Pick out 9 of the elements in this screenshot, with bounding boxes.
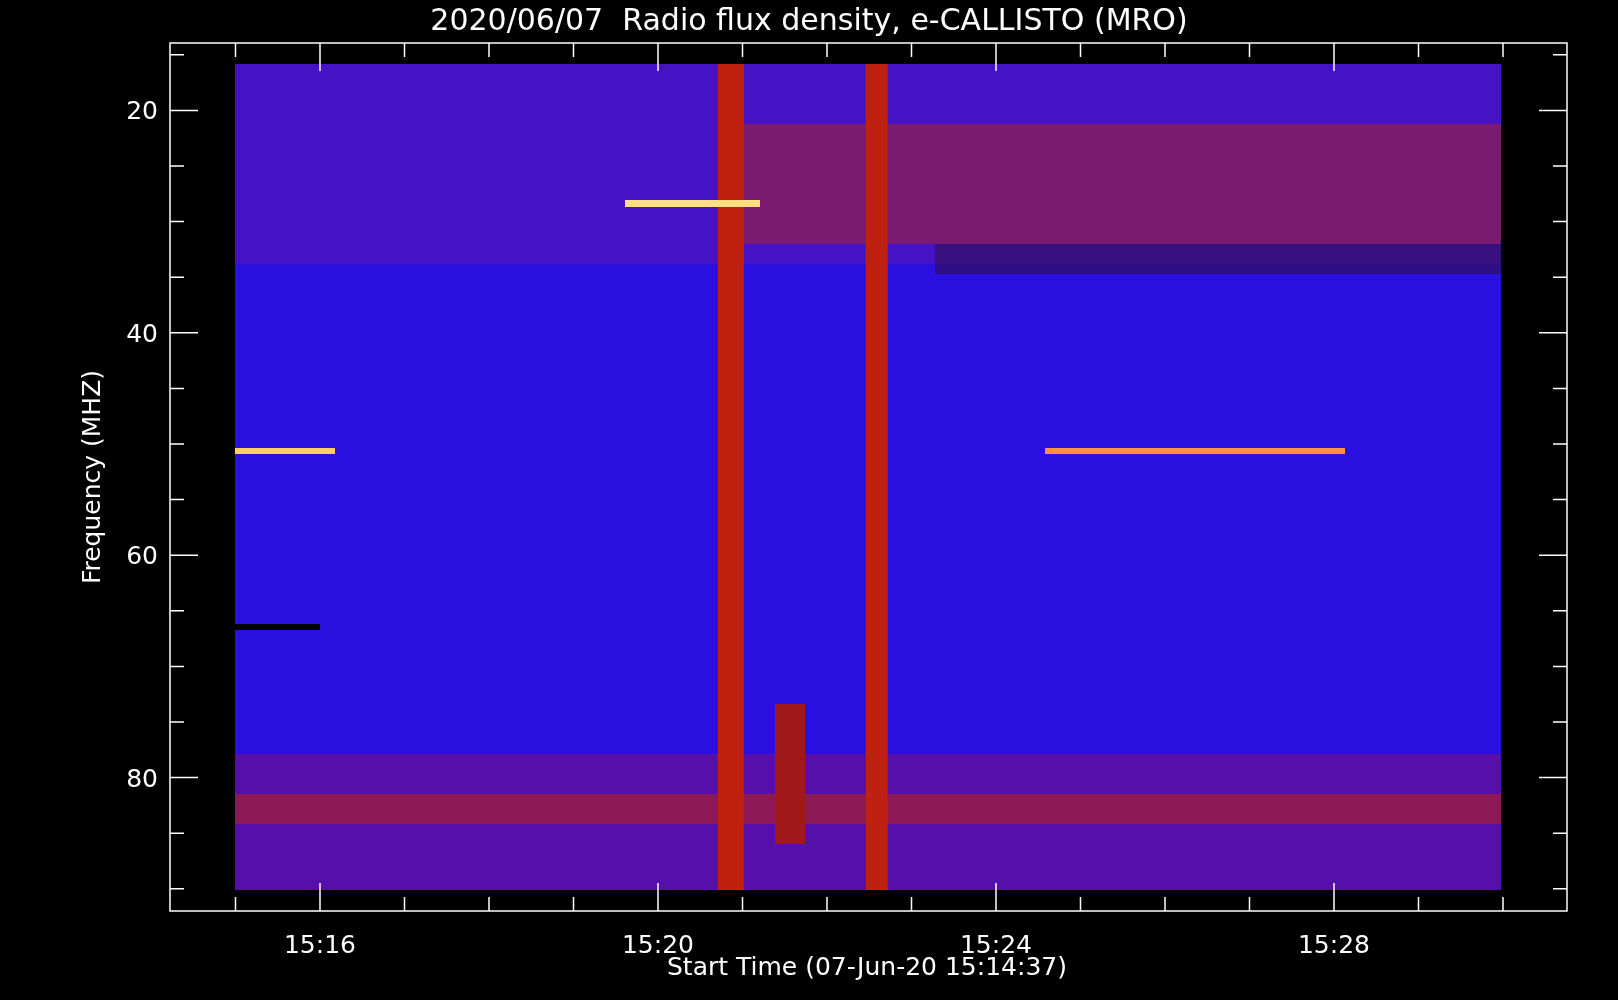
plot-title: 2020/06/07 Radio flux density, e-CALLISTO (MRO)	[430, 2, 1188, 37]
y-tick-label: 40	[126, 318, 158, 348]
y-tick-label: 20	[126, 96, 158, 126]
y-tick-label: 60	[126, 541, 158, 571]
y-axis-label: Frequency (MHZ)	[77, 369, 106, 585]
x-axis-label: Start Time (07-Jun-20 15:14:37)	[667, 952, 1067, 981]
x-tick-label: 15:28	[1298, 930, 1370, 959]
x-tick-label: 15:16	[284, 930, 356, 959]
y-tick-label: 80	[126, 763, 158, 793]
